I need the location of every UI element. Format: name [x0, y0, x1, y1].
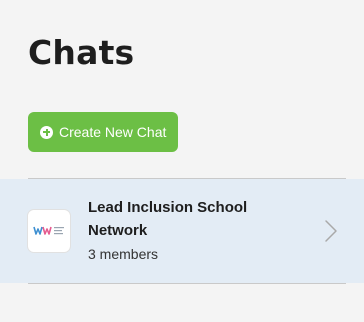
create-new-chat-label: Create New Chat: [59, 124, 167, 140]
chats-page: Chats Create New Chat Lead Inclusion Sch…: [0, 0, 364, 322]
chat-avatar: [28, 210, 70, 252]
create-new-chat-button[interactable]: Create New Chat: [28, 112, 179, 152]
chat-member-count: 3 members: [88, 246, 159, 262]
chat-name: Lead Inclusion School Network: [88, 199, 248, 239]
page-title: Chats: [28, 33, 135, 72]
plus-circle-icon: [40, 125, 53, 139]
chat-list-item[interactable]: Lead Inclusion School Network 3 members: [0, 179, 364, 283]
list-divider-bottom: [28, 283, 346, 284]
group-logo-icon: [33, 226, 64, 235]
chevron-right-icon[interactable]: [324, 219, 338, 243]
